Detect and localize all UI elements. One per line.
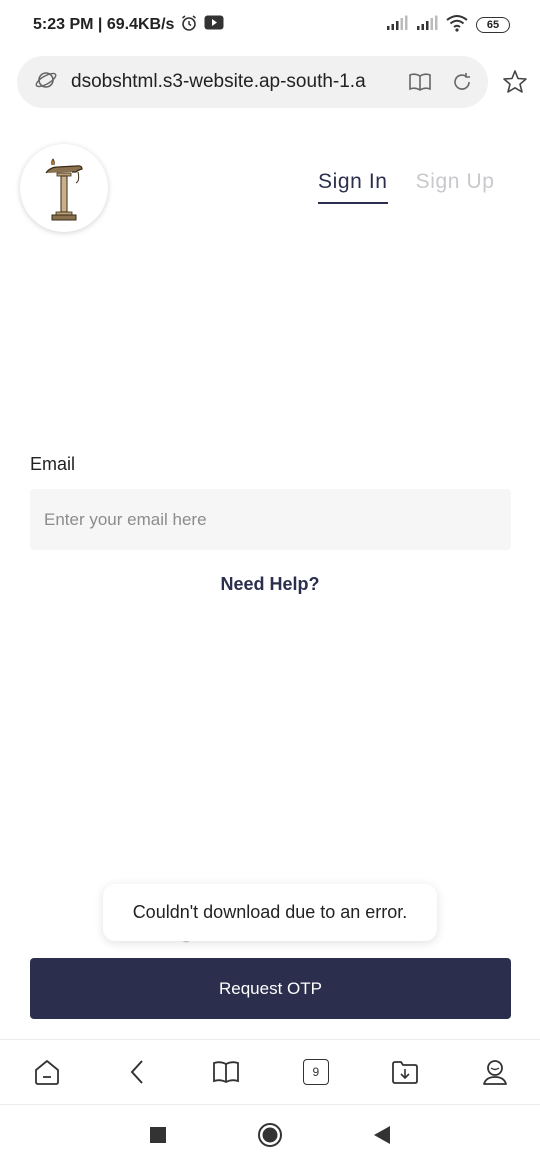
app-logo bbox=[20, 144, 108, 232]
battery-icon: 65 bbox=[476, 17, 510, 33]
site-info-icon[interactable] bbox=[35, 69, 57, 96]
request-otp-button[interactable]: Request OTP bbox=[30, 958, 511, 1019]
back-icon[interactable] bbox=[122, 1057, 152, 1087]
system-nav-bar bbox=[0, 1105, 540, 1170]
profile-icon[interactable] bbox=[480, 1057, 510, 1087]
home-icon[interactable] bbox=[32, 1057, 62, 1087]
reader-mode-icon[interactable] bbox=[408, 70, 432, 94]
status-time-speed: 5:23 PM | 69.4KB/s bbox=[33, 16, 175, 33]
bookmarks-icon[interactable] bbox=[211, 1057, 241, 1087]
status-left: 5:23 PM | 69.4KB/s bbox=[33, 14, 224, 37]
tab-sign-in[interactable]: Sign In bbox=[318, 170, 388, 204]
youtube-icon bbox=[204, 15, 224, 35]
auth-tabs: Sign In Sign Up bbox=[318, 170, 495, 204]
url-text[interactable]: dsobshtml.s3-website.ap-south-1.a bbox=[71, 71, 390, 93]
home-button-icon[interactable] bbox=[257, 1122, 283, 1153]
browser-url-row: dsobshtml.s3-website.ap-south-1.a bbox=[17, 56, 537, 108]
wifi-icon bbox=[446, 14, 468, 37]
signal-icon-2 bbox=[416, 15, 438, 36]
signal-icon bbox=[386, 15, 408, 36]
need-help-link[interactable]: Need Help? bbox=[0, 574, 540, 595]
tab-sign-up[interactable]: Sign Up bbox=[416, 170, 495, 204]
back-button-icon[interactable] bbox=[373, 1125, 391, 1150]
email-label: Email bbox=[30, 454, 76, 474]
error-toast: Couldn't download due to an error. bbox=[103, 884, 437, 941]
recents-icon[interactable] bbox=[149, 1126, 167, 1149]
tab-count: 9 bbox=[302, 1059, 329, 1085]
downloads-icon[interactable] bbox=[390, 1057, 420, 1087]
status-right: 65 bbox=[386, 14, 510, 37]
status-bar: 5:23 PM | 69.4KB/s 65 bbox=[0, 0, 540, 50]
bookmark-star-icon[interactable] bbox=[502, 69, 528, 95]
tabs-icon[interactable]: 9 bbox=[301, 1057, 331, 1087]
browser-toolbar: 9 bbox=[0, 1039, 540, 1105]
alarm-icon bbox=[180, 14, 198, 37]
email-field[interactable] bbox=[30, 489, 511, 550]
lamp-logo-icon bbox=[45, 158, 83, 221]
refresh-icon[interactable] bbox=[450, 70, 474, 94]
address-bar[interactable]: dsobshtml.s3-website.ap-south-1.a bbox=[17, 56, 488, 108]
